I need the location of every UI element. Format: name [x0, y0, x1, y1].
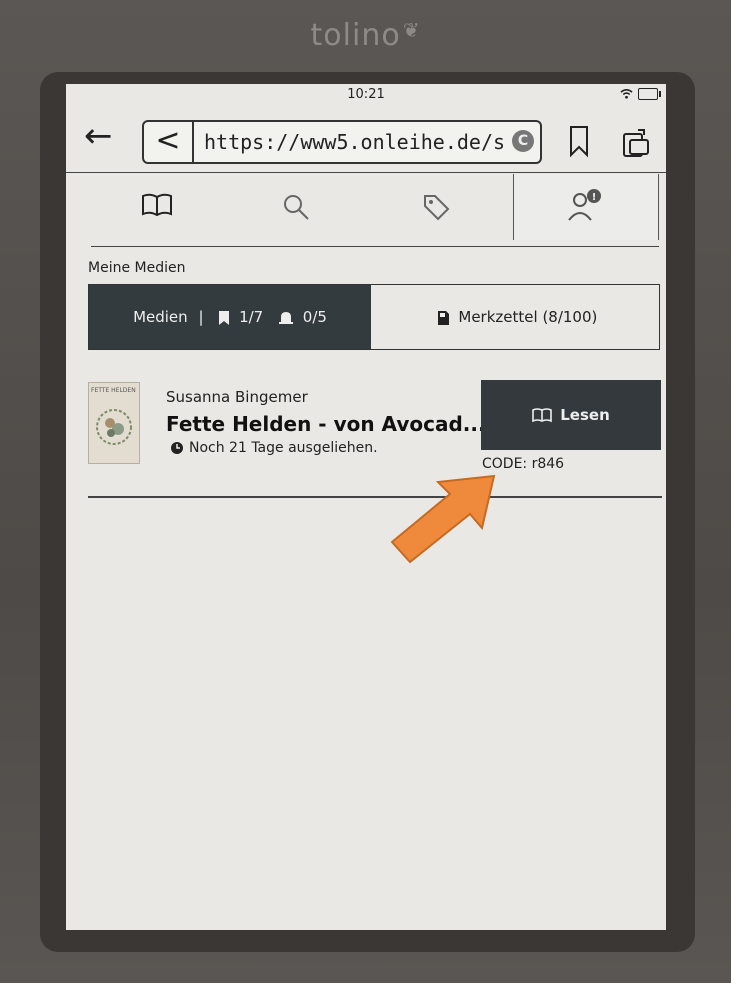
media-label: Medien: [133, 308, 188, 326]
list-divider: [88, 496, 662, 498]
clock-icon: [171, 442, 183, 454]
svg-text:!: !: [592, 192, 597, 203]
status-bar: 10:21: [66, 84, 666, 106]
browser-back-icon[interactable]: ←: [84, 116, 113, 156]
tab-search[interactable]: [241, 174, 351, 240]
page-back-icon[interactable]: <: [144, 122, 194, 162]
open-book-icon: [532, 408, 553, 423]
read-label: Lesen: [560, 406, 610, 424]
wifi-icon: [620, 89, 633, 99]
wishlist-label: Merkzettel (8/100): [458, 308, 598, 326]
separator: |: [198, 308, 204, 326]
rotate-screen-icon[interactable]: [618, 126, 652, 160]
ereader-device: tolino ❦ 10:21 ← < https://www5.onleihe.d…: [0, 0, 731, 983]
book-cover[interactable]: FETTE HELDEN: [88, 382, 140, 464]
open-book-icon: [142, 193, 172, 217]
battery-icon: [638, 88, 661, 100]
tab-my-media[interactable]: Medien | 1/7 0/5: [89, 285, 371, 349]
cover-text: FETTE HELDEN: [91, 387, 136, 394]
bell-icon: [279, 311, 293, 324]
loan-status: Noch 21 Tage ausgeliehen.: [170, 440, 378, 456]
read-button[interactable]: Lesen: [481, 380, 661, 450]
book-author: Susanna Bingemer: [166, 388, 308, 406]
url-bar[interactable]: < https://www5.onleihe.de/s C: [142, 120, 542, 164]
user-notification-icon: !: [568, 189, 601, 221]
section-title: Meine Medien: [88, 260, 186, 276]
browser-toolbar: ← < https://www5.onleihe.de/s C: [66, 106, 666, 173]
reload-icon[interactable]: C: [512, 130, 534, 152]
annotation-arrow-icon: [390, 474, 496, 564]
note-icon: [437, 310, 449, 325]
reservations-count: 0/5: [302, 308, 327, 326]
tab-account[interactable]: !: [513, 174, 659, 240]
bookmark-count-icon: [219, 310, 230, 325]
tab-tags[interactable]: [381, 174, 491, 240]
clock: 10:21: [347, 87, 385, 102]
url-text[interactable]: https://www5.onleihe.de/s: [204, 122, 504, 162]
bookmark-icon[interactable]: [566, 124, 592, 158]
media-segmented-control: Medien | 1/7 0/5 Merkzettel (8/100): [88, 284, 660, 350]
tag-icon: [424, 195, 450, 221]
search-icon: [284, 195, 309, 220]
tab-wishlist[interactable]: Merkzettel (8/100): [371, 285, 659, 349]
brand-logo: tolino ❦: [310, 18, 421, 53]
book-title[interactable]: Fette Helden - von Avocad...: [166, 412, 486, 436]
screen: 10:21 ← < https://www5.onleihe.de/s C ! …: [66, 84, 666, 930]
library-nav: !: [91, 174, 659, 247]
tab-books[interactable]: [101, 174, 211, 240]
butterfly-icon: ❦: [402, 18, 421, 42]
bookmarks-count: 1/7: [239, 308, 264, 326]
loan-status-text: Noch 21 Tage ausgeliehen.: [189, 440, 378, 456]
cover-illustration: [96, 409, 132, 445]
